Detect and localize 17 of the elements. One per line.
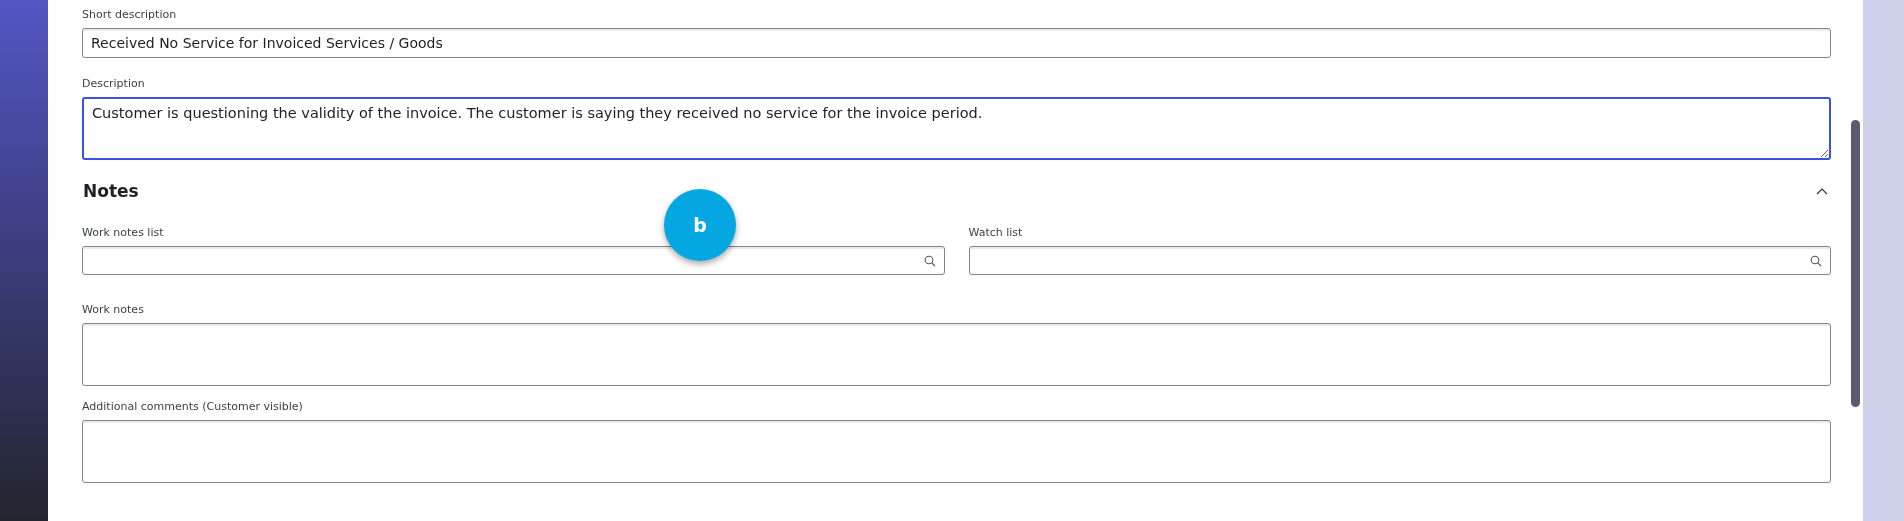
field-label: Description bbox=[82, 76, 145, 92]
search-icon[interactable] bbox=[1810, 254, 1822, 267]
lookup-field[interactable] bbox=[968, 246, 1831, 275]
section-title: Notes bbox=[83, 181, 139, 201]
text-area[interactable] bbox=[82, 323, 1831, 386]
text-area[interactable] bbox=[82, 420, 1831, 483]
chevron-icon[interactable] bbox=[1816, 187, 1828, 195]
description-field[interactable]: Customer is questioning the validity of the invoice. The customer is saying they received no service for the invoice period. bbox=[82, 97, 1831, 160]
field-label: Short description bbox=[82, 7, 177, 23]
scrollbar[interactable] bbox=[1851, 120, 1860, 407]
field-label: Work notes bbox=[82, 302, 144, 318]
lookup-field[interactable] bbox=[82, 246, 945, 275]
field-label: Work notes list bbox=[82, 225, 164, 241]
text-field[interactable]: Received No Service for Invoiced Services / Goods bbox=[82, 28, 1831, 58]
field-label: Additional comments (Customer visible) bbox=[82, 399, 303, 415]
search-icon[interactable] bbox=[923, 254, 936, 267]
field-label: Watch list bbox=[968, 225, 1023, 241]
